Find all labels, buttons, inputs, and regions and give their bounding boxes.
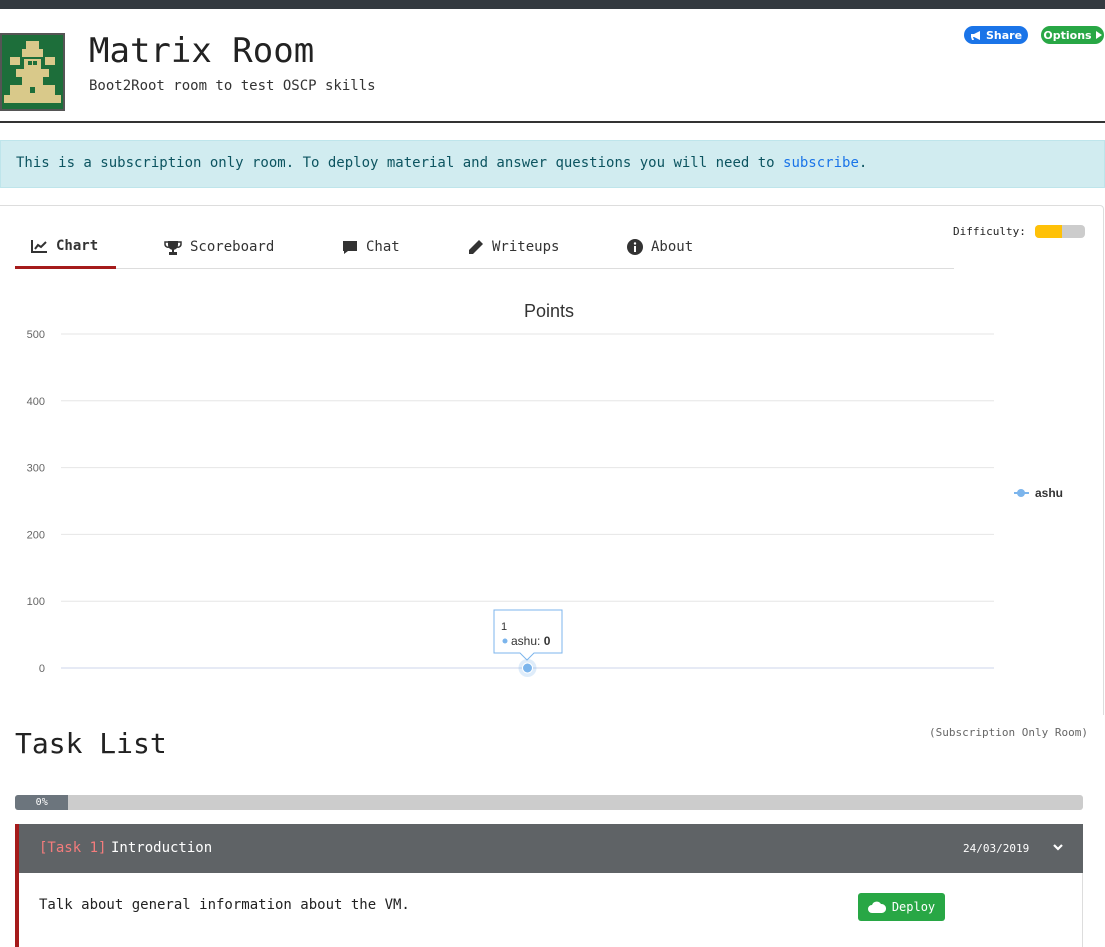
chart-tooltip: 1 ashu: 0 xyxy=(493,609,563,661)
y-axis-ticks: 0 100 200 300 400 500 xyxy=(27,329,45,675)
tooltip-line: ashu: 0 xyxy=(511,634,551,648)
top-navbar xyxy=(0,0,1105,9)
tooltip-value: 0 xyxy=(544,634,551,648)
tooltip-series: ashu xyxy=(511,634,537,648)
difficulty-indicator: Difficulty: xyxy=(953,225,1085,238)
tooltip-marker xyxy=(502,638,508,644)
room-logo xyxy=(0,33,65,111)
chart-line-icon xyxy=(31,239,47,253)
points-chart: Points 0 100 200 300 400 500 1 ashu: 0 ashu xyxy=(27,301,1063,677)
tab-chat[interactable]: Chat xyxy=(326,225,416,269)
legend-marker xyxy=(1017,489,1025,497)
task-list-title: Task List xyxy=(15,727,167,760)
data-point[interactable] xyxy=(522,662,533,674)
tab-about[interactable]: About xyxy=(611,225,709,269)
task-card: [Task 1] Introduction 24/03/2019 Talk ab… xyxy=(15,824,1083,947)
chart-legend[interactable]: ashu xyxy=(1014,486,1063,500)
subscription-note: (Subscription Only Room) xyxy=(929,726,1088,739)
info-icon xyxy=(627,239,643,255)
tooltip-header: 1 xyxy=(501,621,507,633)
y-tick-label: 0 xyxy=(39,663,45,675)
legend-label: ashu xyxy=(1035,486,1063,500)
tab-chart[interactable]: Chart xyxy=(15,225,116,269)
tab-label-chart: Chart xyxy=(56,237,99,254)
tab-label-about: About xyxy=(651,239,694,255)
y-tick-label: 500 xyxy=(27,329,45,341)
task-name: Introduction xyxy=(111,840,213,856)
caret-right-icon xyxy=(1095,31,1102,39)
task-body: Talk about general information about the… xyxy=(19,873,1083,947)
subscribe-link[interactable]: subscribe xyxy=(783,155,859,171)
difficulty-fill xyxy=(1034,225,1063,238)
tab-label-writeups: Writeups xyxy=(492,239,560,255)
task-progress-bar: 0% xyxy=(15,795,1083,810)
progress-fill: 0% xyxy=(15,795,69,810)
share-label: Share xyxy=(985,28,1023,42)
chat-bubble-icon xyxy=(343,240,357,254)
options-button[interactable]: Options xyxy=(1041,26,1104,44)
room-subtitle: Boot2Root room to test OSCP skills xyxy=(89,78,376,94)
task-description: Talk about general information about the… xyxy=(39,897,410,913)
room-title: Matrix Room xyxy=(89,31,315,71)
y-tick-label: 400 xyxy=(27,396,45,408)
cloud-icon xyxy=(867,901,886,913)
tab-label-scoreboard: Scoreboard xyxy=(190,239,275,255)
task-date: 24/03/2019 xyxy=(963,842,1030,855)
deploy-label: Deploy xyxy=(891,900,936,914)
chart-series xyxy=(518,659,537,677)
tab-writeups[interactable]: Writeups xyxy=(452,225,575,269)
difficulty-bar xyxy=(1034,225,1085,238)
alert-suffix: . xyxy=(858,155,868,171)
subscription-alert: This is a subscription only room. To dep… xyxy=(0,140,1105,188)
share-button[interactable]: Share xyxy=(964,26,1028,44)
tooltip-colon: : xyxy=(537,634,544,648)
room-header: Matrix Room Boot2Root room to test OSCP … xyxy=(0,9,1105,123)
task-header[interactable]: [Task 1] Introduction 24/03/2019 xyxy=(19,824,1083,873)
chevron-down-icon[interactable] xyxy=(1052,841,1064,853)
pencil-icon xyxy=(469,240,483,254)
difficulty-label: Difficulty: xyxy=(953,225,1026,238)
task-number: [Task 1] xyxy=(39,840,107,856)
room-tabs: Chart Scoreboard Chat Writeups About xyxy=(15,225,954,269)
options-label: Options xyxy=(1043,28,1092,42)
tab-scoreboard[interactable]: Scoreboard xyxy=(148,225,290,269)
y-tick-label: 200 xyxy=(27,529,45,541)
deploy-button[interactable]: Deploy xyxy=(858,893,945,921)
tab-label-chat: Chat xyxy=(366,239,400,255)
megaphone-icon xyxy=(970,30,980,40)
y-tick-label: 100 xyxy=(27,596,45,608)
chart-title: Points xyxy=(524,301,574,321)
alert-text: This is a subscription only room. To dep… xyxy=(16,155,784,171)
trophy-icon xyxy=(164,240,182,255)
progress-label: 0% xyxy=(35,797,48,808)
y-tick-label: 300 xyxy=(27,463,45,475)
